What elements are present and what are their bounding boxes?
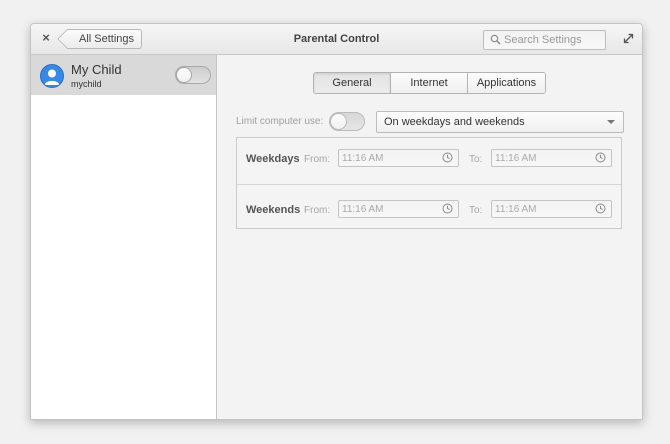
limit-computer-use-label: Limit computer use: <box>236 116 324 127</box>
schedule-selected-value: On weekdays and weekends <box>384 116 525 128</box>
weekends-row: Weekends From: To: <box>237 184 621 230</box>
weekdays-from-input[interactable] <box>342 150 437 166</box>
titlebar: × All Settings Parental Control <box>31 24 642 55</box>
weekends-to-input[interactable] <box>495 201 590 217</box>
user-avatar-icon <box>40 64 64 88</box>
weekdays-to-label: To: <box>469 154 483 165</box>
tab-internet[interactable]: Internet <box>390 73 467 93</box>
weekdays-title: Weekdays <box>246 153 300 165</box>
toggle-knob <box>176 67 192 83</box>
tab-general[interactable]: General <box>314 73 390 93</box>
schedule-dropdown[interactable]: On weekdays and weekends <box>376 111 624 133</box>
weekends-from-label: From: <box>304 205 331 216</box>
section-tabs: General Internet Applications <box>313 72 546 94</box>
clock-icon[interactable] <box>442 152 453 163</box>
user-display-name: My Child <box>71 62 122 77</box>
search-field[interactable] <box>483 30 606 50</box>
search-icon <box>490 34 501 45</box>
weekends-to-label: To: <box>469 205 483 216</box>
clock-icon[interactable] <box>595 152 606 163</box>
weekdays-from-label: From: <box>304 154 331 165</box>
parental-control-panel: General Internet Applications Limit comp… <box>217 55 642 419</box>
weekdays-to-time[interactable] <box>491 149 612 167</box>
weekdays-to-input[interactable] <box>495 150 590 166</box>
tab-applications[interactable]: Applications <box>467 73 545 93</box>
user-list-sidebar: My Child mychild <box>31 55 217 419</box>
dropdown-arrow-icon <box>607 120 615 124</box>
weekends-to-time[interactable] <box>491 200 612 218</box>
maximize-icon[interactable] <box>623 33 634 44</box>
clock-icon[interactable] <box>442 203 453 214</box>
user-login-name: mychild <box>71 79 102 89</box>
time-limits-box: Weekdays From: To: <box>236 137 622 229</box>
clock-icon[interactable] <box>595 203 606 214</box>
search-input[interactable] <box>504 31 600 49</box>
weekends-title: Weekends <box>246 204 301 216</box>
weekends-from-time[interactable] <box>338 200 459 218</box>
user-list-item[interactable]: My Child mychild <box>31 55 216 95</box>
weekdays-row: Weekdays From: To: <box>237 138 621 183</box>
weekends-from-input[interactable] <box>342 201 437 217</box>
weekdays-from-time[interactable] <box>338 149 459 167</box>
toggle-knob <box>330 113 347 130</box>
settings-window: × All Settings Parental Control Search S… <box>30 23 643 420</box>
user-parental-control-toggle[interactable] <box>175 66 211 84</box>
limit-computer-use-toggle[interactable] <box>329 112 365 131</box>
